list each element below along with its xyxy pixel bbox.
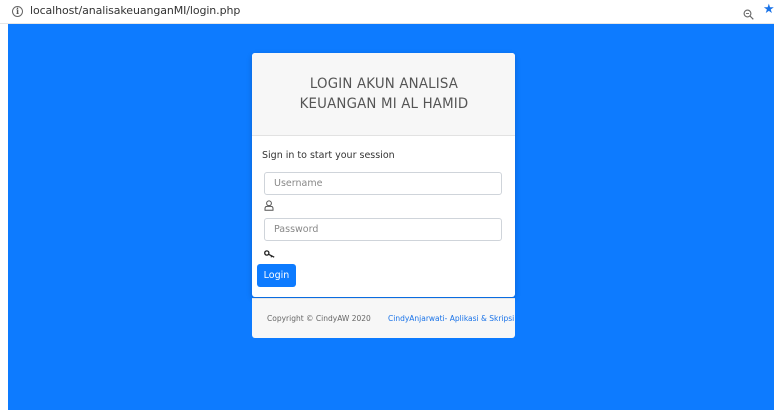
login-card: LOGIN AKUN ANALISA KEUANGAN MI AL HAMID … <box>252 53 515 297</box>
password-input[interactable] <box>264 218 502 241</box>
login-button[interactable]: Login <box>257 264 296 287</box>
user-icon <box>264 196 274 215</box>
browser-address-bar: i localhost/analisakeuanganMI/login.php … <box>0 0 774 24</box>
info-icon[interactable]: i <box>12 6 23 17</box>
address-url[interactable]: localhost/analisakeuanganMI/login.php <box>30 4 240 17</box>
card-footer: Copyright © CindyAW 2020 CindyAnjarwati-… <box>252 298 515 338</box>
copyright-text: Copyright © CindyAW 2020 <box>267 314 371 323</box>
key-icon <box>264 243 275 262</box>
login-title: LOGIN AKUN ANALISA KEUANGAN MI AL HAMID <box>299 76 468 112</box>
bookmark-star-icon[interactable]: ★ <box>763 3 774 17</box>
zoom-icon[interactable] <box>743 5 754 24</box>
card-header: LOGIN AKUN ANALISA KEUANGAN MI AL HAMID <box>252 53 515 136</box>
username-input[interactable] <box>264 172 502 195</box>
credit-link[interactable]: CindyAnjarwati- Aplikasi & Skripsi <box>388 314 514 323</box>
sign-in-subtitle: Sign in to start your session <box>262 150 395 161</box>
